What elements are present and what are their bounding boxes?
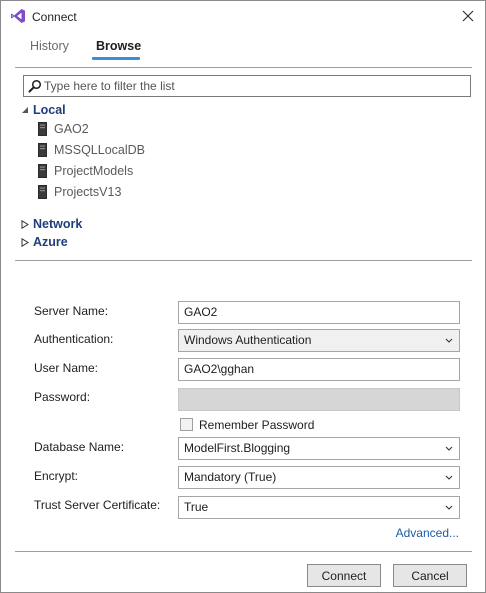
active-tab-indicator bbox=[92, 57, 140, 60]
tree-group-local[interactable]: Local bbox=[21, 103, 66, 117]
filter-box bbox=[23, 75, 471, 97]
triangle-right-icon bbox=[21, 219, 29, 229]
remember-password-checkbox[interactable] bbox=[180, 418, 193, 431]
chevron-down-icon bbox=[445, 438, 453, 459]
user-name-label: User Name: bbox=[34, 361, 99, 375]
database-name-dropdown[interactable]: ModelFirst.Blogging bbox=[178, 437, 460, 460]
window-title: Connect bbox=[32, 10, 77, 24]
tree-item-projectsv13[interactable]: ProjectsV13 bbox=[38, 185, 121, 199]
remember-password-label: Remember Password bbox=[199, 418, 315, 432]
tree-item-label: MSSQLLocalDB bbox=[54, 143, 146, 157]
database-name-value: ModelFirst.Blogging bbox=[184, 441, 291, 455]
trust-server-certificate-label: Trust Server Certificate: bbox=[34, 498, 161, 512]
encrypt-dropdown[interactable]: Mandatory (True) bbox=[178, 466, 460, 489]
connect-dialog: Connect History Browse Local GAO2 bbox=[0, 0, 486, 593]
server-name-label: Server Name: bbox=[34, 304, 109, 318]
tree-item-gao2[interactable]: GAO2 bbox=[38, 122, 89, 136]
database-name-label: Database Name: bbox=[34, 440, 125, 454]
visual-studio-logo-icon bbox=[11, 9, 25, 23]
server-icon bbox=[38, 122, 47, 136]
trust-server-certificate-dropdown[interactable]: True bbox=[178, 496, 460, 519]
tree-group-azure[interactable]: Azure bbox=[21, 235, 68, 249]
trust-server-certificate-value: True bbox=[184, 500, 209, 514]
tab-divider bbox=[15, 67, 472, 68]
tree-item-projectmodels[interactable]: ProjectModels bbox=[38, 164, 133, 178]
tab-history[interactable]: History bbox=[26, 39, 73, 53]
password-input bbox=[178, 388, 460, 411]
chevron-down-icon bbox=[445, 497, 453, 518]
search-icon bbox=[28, 79, 42, 93]
tree-group-label: Network bbox=[33, 217, 83, 231]
close-icon bbox=[462, 10, 474, 22]
encrypt-value: Mandatory (True) bbox=[184, 470, 277, 484]
authentication-value: Windows Authentication bbox=[184, 333, 312, 347]
triangle-down-icon bbox=[22, 107, 28, 113]
encrypt-label: Encrypt: bbox=[34, 469, 79, 483]
connect-button[interactable]: Connect bbox=[307, 564, 381, 587]
server-icon bbox=[38, 143, 47, 157]
server-icon bbox=[38, 185, 47, 199]
chevron-down-icon bbox=[445, 330, 453, 351]
authentication-label: Authentication: bbox=[34, 332, 114, 346]
footer-divider bbox=[15, 551, 472, 552]
cancel-button[interactable]: Cancel bbox=[393, 564, 467, 587]
title-bar: Connect bbox=[1, 1, 485, 33]
advanced-link[interactable]: Advanced... bbox=[396, 526, 459, 540]
server-icon bbox=[38, 164, 47, 178]
tree-item-mssqllocaldb[interactable]: MSSQLLocalDB bbox=[38, 143, 145, 157]
user-name-input[interactable]: GAO2\gghan bbox=[178, 358, 460, 381]
tree-item-label: GAO2 bbox=[54, 122, 89, 136]
tab-browse[interactable]: Browse bbox=[92, 39, 145, 53]
filter-input[interactable] bbox=[44, 77, 464, 95]
password-label: Password: bbox=[34, 390, 91, 404]
chevron-down-icon bbox=[445, 467, 453, 488]
tree-group-label: Local bbox=[33, 103, 66, 117]
server-name-input[interactable]: GAO2 bbox=[178, 301, 460, 324]
tree-group-network[interactable]: Network bbox=[21, 217, 82, 231]
tree-item-label: ProjectModels bbox=[54, 164, 134, 178]
triangle-right-icon bbox=[21, 237, 29, 247]
tree-group-label: Azure bbox=[33, 235, 68, 249]
close-button[interactable] bbox=[457, 5, 479, 27]
authentication-dropdown[interactable]: Windows Authentication bbox=[178, 329, 460, 352]
tree-item-label: ProjectsV13 bbox=[54, 185, 122, 199]
tree-divider bbox=[15, 260, 472, 261]
